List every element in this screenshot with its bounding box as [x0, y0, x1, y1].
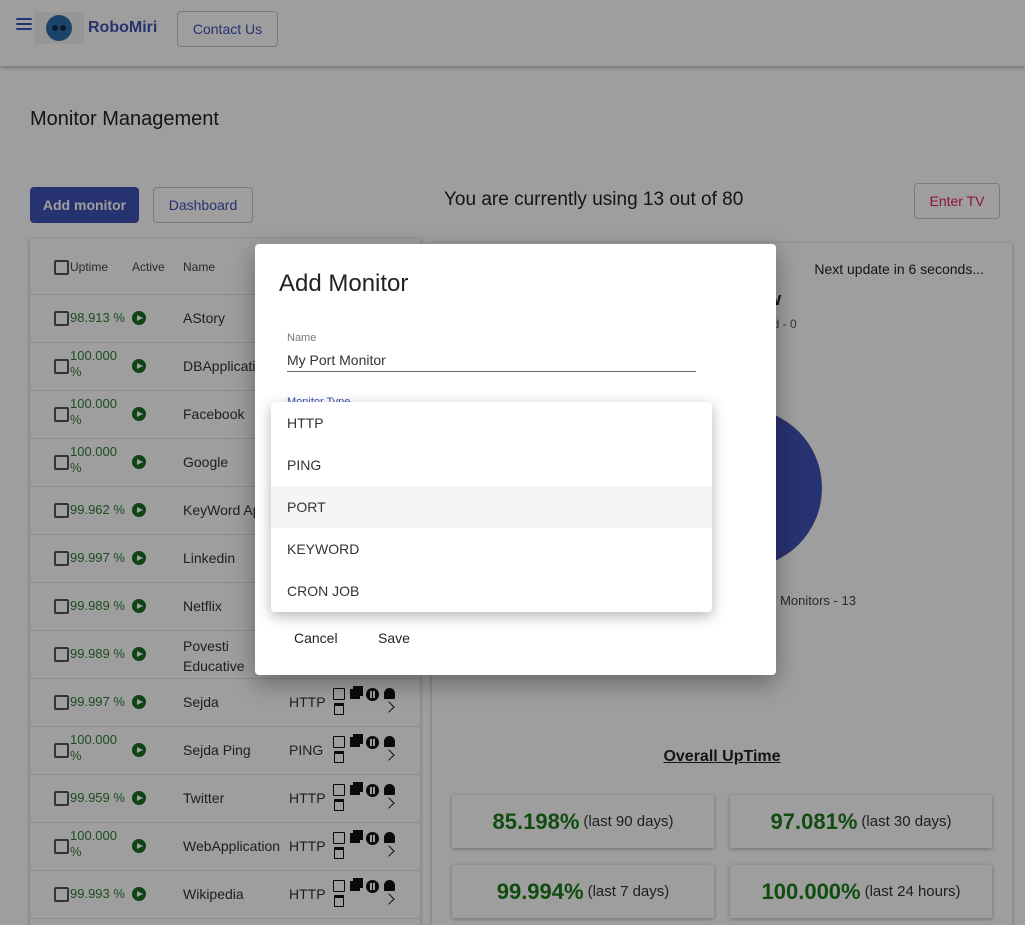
- name-input[interactable]: [287, 348, 696, 372]
- option-cron-job[interactable]: CRON JOB: [271, 570, 712, 612]
- option-http[interactable]: HTTP: [271, 402, 712, 444]
- name-label: Name: [287, 332, 317, 344]
- cancel-button[interactable]: Cancel: [294, 630, 338, 646]
- monitor-type-menu: HTTP PING PORT KEYWORD CRON JOB: [271, 402, 712, 612]
- option-keyword[interactable]: KEYWORD: [271, 528, 712, 570]
- option-port[interactable]: PORT: [271, 486, 712, 528]
- dialog-title: Add Monitor: [279, 270, 409, 297]
- save-button[interactable]: Save: [378, 630, 410, 646]
- option-ping[interactable]: PING: [271, 444, 712, 486]
